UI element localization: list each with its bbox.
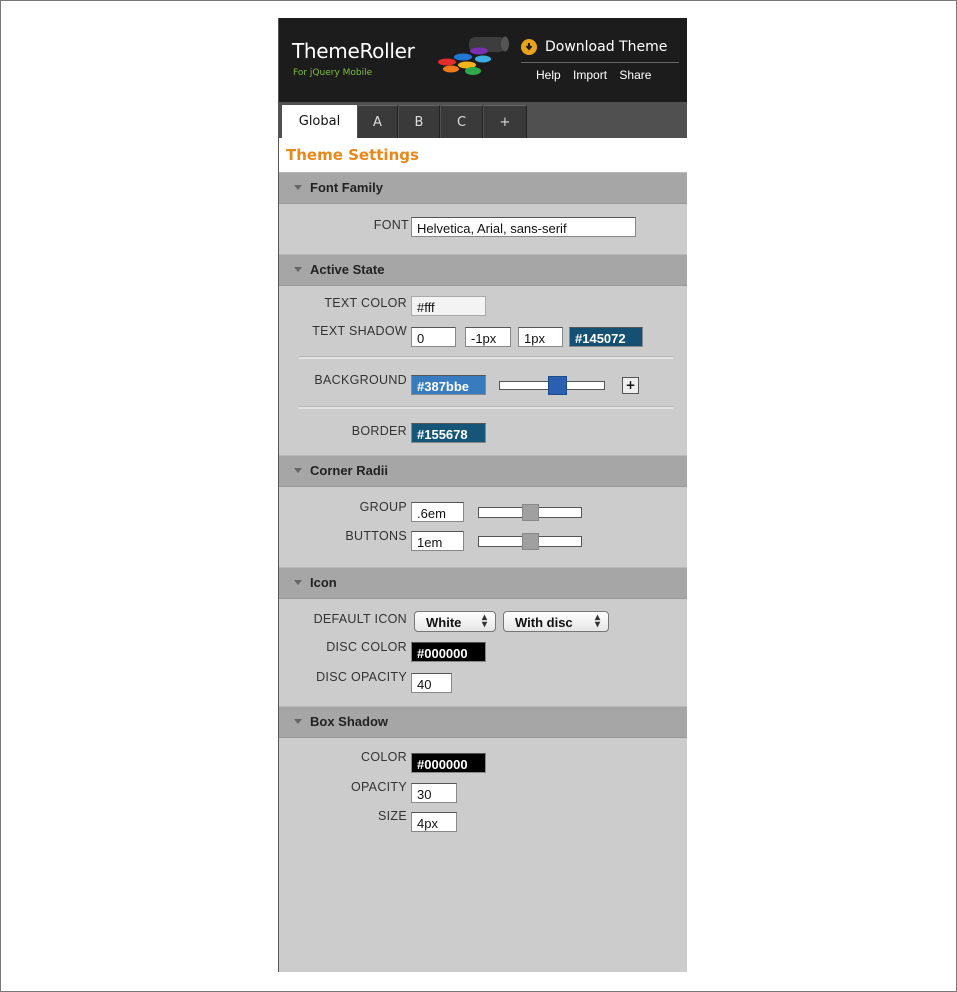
tab-c[interactable]: C [441,105,483,138]
tab-global[interactable]: Global [282,105,357,138]
tab-b[interactable]: B [399,105,440,138]
add-gradient-stop-button[interactable]: + [622,377,639,394]
buttons-slider-thumb[interactable] [522,533,539,550]
text-color-input[interactable]: #fff [411,296,486,316]
themeroller-panel: ThemeRoller For jQuery Mobile Download T… [278,18,687,972]
collapse-triangle-icon [294,267,302,272]
group-radius-slider[interactable] [478,504,582,521]
background-slider-thumb[interactable] [548,376,567,395]
section-icon: DEFAULT ICON White ▴ ▾ With disc ▴ ▾ DISC … [279,599,687,706]
shadow-color-input[interactable]: #000000 [411,753,486,773]
page-title-bar: Theme Settings [279,138,687,172]
section-title: Corner Radii [310,463,389,478]
collapse-triangle-icon [294,185,302,190]
font-input[interactable]: Helvetica, Arial, sans-serif [411,217,636,237]
shadow-size-input[interactable]: 4px [411,812,457,832]
select-value: With disc [515,615,573,630]
group-radius-input[interactable]: .6em [411,502,464,522]
background-gradient-slider[interactable] [499,376,605,395]
buttons-radius-input[interactable]: 1em [411,531,464,551]
shadow-color-label: COLOR [361,750,407,764]
buttons-label: BUTTONS [345,529,407,543]
buttons-radius-slider[interactable] [478,533,582,550]
section-header-icon[interactable]: Icon [279,567,687,599]
section-title: Icon [310,575,337,590]
text-shadow-color-input[interactable]: #145072 [569,327,643,347]
header-divider [521,62,679,63]
section-font-family: FONT Helvetica, Arial, sans-serif [279,204,687,254]
shadow-size-label: SIZE [378,809,407,823]
section-header-corner-radii[interactable]: Corner Radii [279,455,687,487]
text-shadow-x-input[interactable]: 0 [411,327,456,347]
disc-opacity-label: DISC OPACITY [316,670,407,684]
disc-color-label: DISC COLOR [326,640,407,654]
shadow-opacity-label: OPACITY [350,780,407,794]
divider [299,356,673,359]
tab-add[interactable]: + [484,105,527,138]
section-active-state: TEXT COLOR #fff TEXT SHADOW 0 -1px 1px #… [279,286,687,455]
divider [299,406,673,409]
collapse-triangle-icon [294,719,302,724]
group-label: GROUP [359,500,407,514]
default-icon-label: DEFAULT ICON [313,612,407,626]
section-corner-radii: GROUP .6em BUTTONS 1em [279,487,687,567]
section-header-font-family[interactable]: Font Family [279,172,687,204]
border-color-input[interactable]: #155678 [411,423,486,443]
page-title: Theme Settings [286,146,419,164]
download-theme-label: Download Theme [545,39,668,55]
updown-arrow-icon: ▴ ▾ [481,612,487,630]
text-shadow-y-input[interactable]: -1px [465,327,511,347]
background-color-input[interactable]: #387bbe [411,375,486,395]
app-subtitle: For jQuery Mobile [293,68,373,78]
section-header-active-state[interactable]: Active State [279,254,687,286]
section-title: Box Shadow [310,714,389,729]
tab-bar: Global A B C + [279,102,687,138]
disc-opacity-input[interactable]: 40 [411,673,452,693]
updown-arrow-icon: ▴ ▾ [594,612,600,630]
text-color-label: TEXT COLOR [324,296,407,310]
tab-a[interactable]: A [358,105,398,138]
shadow-opacity-input[interactable]: 30 [411,783,457,803]
section-box-shadow: COLOR #000000 OPACITY 30 SIZE 4px [279,738,687,858]
default-icon-color-select[interactable]: White ▴ ▾ [414,611,496,632]
paint-roller-icon [438,36,509,75]
default-icon-disc-select[interactable]: With disc ▴ ▾ [503,611,609,632]
select-value: White [426,615,462,630]
text-shadow-label: TEXT SHADOW [312,324,407,338]
font-label: FONT [373,218,409,232]
section-header-box-shadow[interactable]: Box Shadow [279,706,687,738]
background-label: BACKGROUND [314,373,407,387]
disc-color-input[interactable]: #000000 [411,642,486,662]
download-arrow-icon [521,39,537,55]
section-title: Font Family [310,180,383,195]
collapse-triangle-icon [294,468,302,473]
help-link[interactable]: Help [536,68,561,82]
app-title: ThemeRoller [292,39,415,63]
border-label: BORDER [351,424,407,438]
collapse-triangle-icon [294,580,302,585]
text-shadow-blur-input[interactable]: 1px [518,327,563,347]
app-header: ThemeRoller For jQuery Mobile Download T… [279,18,687,102]
download-theme-link[interactable]: Download Theme [521,39,667,55]
section-title: Active State [310,262,385,277]
header-links: Help Import Share [536,68,660,82]
import-link[interactable]: Import [573,68,607,82]
group-slider-thumb[interactable] [522,504,539,521]
share-link[interactable]: Share [619,68,651,82]
